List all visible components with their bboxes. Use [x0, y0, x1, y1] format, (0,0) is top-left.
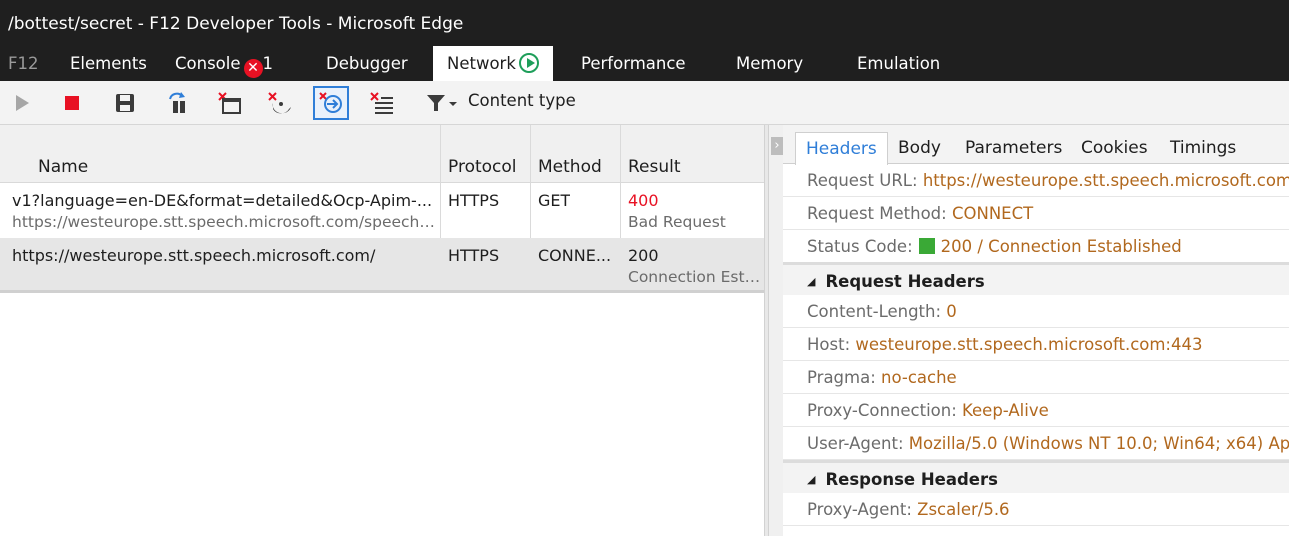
status-code-value: 200 / Connection Established	[940, 237, 1182, 256]
request-name: v1?language=en-DE&format=detailed&Ocp-Ap…	[12, 191, 433, 210]
clear-cookies-button[interactable]	[266, 89, 294, 117]
clear-list-icon	[370, 92, 393, 114]
column-protocol[interactable]: Protocol	[448, 157, 517, 177]
tab-f12[interactable]: F12	[8, 46, 39, 81]
column-result[interactable]: Result	[628, 157, 681, 177]
status-code: 200	[628, 246, 659, 265]
clear-session-button[interactable]	[368, 89, 396, 117]
column-name[interactable]: Name	[38, 157, 88, 177]
window-title: /bottest/secret - F12 Developer Tools - …	[0, 0, 1289, 46]
header-row: Host: westeurope.stt.speech.microsoft.co…	[783, 328, 1289, 361]
header-row: Pragma: no-cache	[783, 361, 1289, 394]
tab-console[interactable]: Console ✕ 1	[175, 46, 273, 81]
tab-parameters[interactable]: Parameters	[965, 138, 1062, 158]
request-method: GET	[538, 191, 571, 210]
header-row: User-Agent: Mozilla/5.0 (Windows NT 10.0…	[783, 427, 1289, 460]
network-toolbar: Content type	[0, 81, 1289, 125]
request-grid: Name Protocol Method Result v1?language=…	[0, 125, 764, 536]
details-pane: › Headers Body Parameters Cookies Timing…	[769, 125, 1289, 536]
tab-debugger[interactable]: Debugger	[326, 46, 408, 81]
clear-cache-icon	[218, 92, 241, 114]
status-text: Connection Estab...	[628, 268, 762, 286]
export-har-button[interactable]	[111, 89, 139, 117]
filter-icon	[427, 95, 457, 111]
status-code: 400	[628, 191, 659, 210]
status-success-icon	[918, 238, 935, 254]
tab-headers[interactable]: Headers	[795, 132, 888, 165]
clear-cache-button[interactable]	[216, 89, 244, 117]
request-headers-section[interactable]: ◢ Request Headers	[783, 262, 1289, 295]
play-icon	[16, 95, 29, 111]
request-protocol: HTTPS	[448, 191, 500, 210]
error-x-icon: ✕	[243, 59, 263, 78]
tab-timings[interactable]: Timings	[1170, 138, 1236, 158]
response-headers-section[interactable]: ◢ Response Headers	[783, 460, 1289, 493]
header-row: Content-Length: 0	[783, 295, 1289, 328]
error-count: 1	[262, 54, 274, 73]
stop-icon	[65, 96, 79, 110]
tab-performance[interactable]: Performance	[581, 46, 686, 81]
collapse-triangle-icon: ◢	[807, 275, 816, 288]
request-method: CONNE...	[538, 246, 612, 265]
status-text: Bad Request	[628, 213, 726, 231]
header-row: Proxy-Connection: Keep-Alive	[783, 394, 1289, 427]
request-method-value: CONNECT	[951, 204, 1034, 223]
clear-cookies-icon	[268, 92, 291, 114]
table-row[interactable]: https://westeurope.stt.speech.microsoft.…	[0, 238, 764, 293]
table-row[interactable]: v1?language=en-DE&format=detailed&Ocp-Ap…	[0, 183, 764, 238]
status-code-row: Status Code: 200 / Connection Established	[783, 230, 1289, 263]
tab-elements[interactable]: Elements	[70, 46, 147, 81]
request-url-row: Request URL: https://westeurope.stt.spee…	[783, 164, 1289, 197]
tab-cookies[interactable]: Cookies	[1081, 138, 1148, 158]
tab-network[interactable]: Network	[433, 46, 553, 81]
request-name: https://westeurope.stt.speech.microsoft.…	[12, 246, 376, 265]
request-url-value: https://westeurope.stt.speech.microsoft.…	[922, 171, 1289, 190]
header-row: Proxy-Agent: Zscaler/5.6	[783, 493, 1289, 526]
start-profiling-button[interactable]	[8, 89, 36, 117]
recording-play-icon	[518, 53, 539, 73]
refresh-server-icon	[169, 92, 185, 113]
save-icon	[116, 94, 134, 112]
collapse-triangle-icon: ◢	[807, 473, 816, 486]
request-method-row: Request Method: CONNECT	[783, 197, 1289, 230]
request-url: https://westeurope.stt.speech.microsoft.…	[12, 213, 436, 231]
tool-tab-bar: F12 Elements Console ✕ 1 Debugger Network …	[0, 46, 1289, 81]
grid-header: Name Protocol Method Result	[0, 125, 764, 183]
always-refresh-button[interactable]	[164, 89, 192, 117]
stop-profiling-button[interactable]	[58, 89, 86, 117]
tab-memory[interactable]: Memory	[736, 46, 803, 81]
clear-on-navigate-icon	[319, 92, 342, 113]
content-type-filter-button[interactable]	[424, 89, 460, 117]
column-method[interactable]: Method	[538, 157, 602, 177]
collapse-details-strip[interactable]: ›	[769, 125, 783, 536]
chevron-right-icon: ›	[771, 137, 783, 155]
tab-body[interactable]: Body	[898, 138, 941, 158]
request-protocol: HTTPS	[448, 246, 500, 265]
content-type-filter-label[interactable]: Content type	[468, 91, 576, 110]
tab-emulation[interactable]: Emulation	[857, 46, 940, 81]
clear-on-navigate-button[interactable]	[313, 86, 349, 120]
details-tab-bar: Headers Body Parameters Cookies Timings	[783, 125, 1289, 165]
